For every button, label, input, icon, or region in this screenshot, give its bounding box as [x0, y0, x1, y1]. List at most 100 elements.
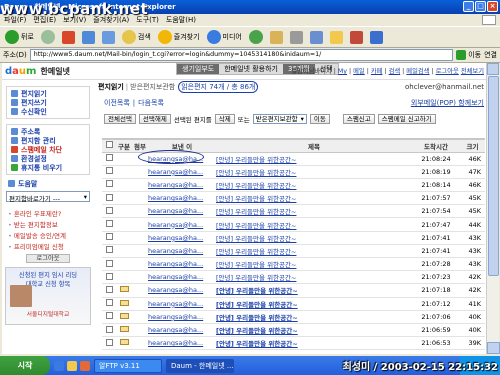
row-sender[interactable]: hearangsa@ha...	[148, 181, 203, 189]
row-checkbox[interactable]	[105, 338, 113, 346]
table-row[interactable]: hearangsa@ha... [안녕] 우리들만을 위한공간~ 21:07:57 4…	[102, 191, 485, 206]
sidebar-link[interactable]: 메일발송 승인/연계	[8, 230, 88, 240]
taskbar-item-ftp[interactable]: 알FTP v3.11	[94, 358, 162, 373]
select-all-checkbox[interactable]	[105, 141, 113, 149]
link-mail[interactable]: 메일	[353, 68, 365, 75]
row-subject[interactable]: [안녕] 우리들만을 위한공간~	[216, 340, 298, 348]
row-subject[interactable]: [안녕] 우리들만을 위한공간~	[216, 222, 296, 230]
row-subject[interactable]: [안녕] 우리들만을 위한공간~	[216, 195, 296, 203]
row-checkbox[interactable]	[105, 299, 113, 307]
row-subject[interactable]: [안녕] 우리들만을 위한공간~	[216, 156, 296, 164]
go-button[interactable]: 이동	[456, 50, 481, 60]
daum-logo[interactable]: daum	[5, 66, 36, 77]
minimize-button[interactable]: _	[463, 1, 474, 12]
sidebar-help[interactable]: 도움말	[8, 179, 88, 188]
mail-button[interactable]	[268, 28, 285, 46]
row-subject[interactable]: [안녕] 우리들만을 위한공간~	[216, 235, 296, 243]
link-search[interactable]: 검색	[389, 68, 401, 75]
row-subject[interactable]: [안녕] 우리들만을 위한공간~	[216, 314, 298, 322]
discuss-button[interactable]	[348, 28, 365, 46]
menu-help[interactable]: 도움말(H)	[166, 15, 196, 25]
media-button[interactable]: 미디어	[205, 28, 244, 46]
row-subject[interactable]: [안녕] 우리들만을 위한공간~	[216, 301, 298, 309]
table-row[interactable]: hearangsa@ha... [안녕] 우리들만을 위한공간~ 21:07:23 4…	[102, 270, 485, 285]
row-subject[interactable]: [안녕] 우리들만을 위한공간~	[216, 274, 296, 282]
media-player-icon[interactable]	[80, 360, 90, 371]
sidebar-item-receipt[interactable]: 수신확인	[11, 107, 85, 116]
header-tab-2[interactable]: 한메일넷 활용하기	[219, 64, 283, 74]
col-size[interactable]: 크기	[460, 138, 485, 153]
select-all-button[interactable]: 전체선택	[104, 114, 136, 124]
row-sender[interactable]: hearangsa@ha...	[148, 207, 203, 215]
col-type[interactable]: 구분	[116, 138, 132, 153]
link-view-all[interactable]: 전체보기	[461, 68, 484, 75]
scroll-up-arrow[interactable]	[487, 63, 499, 75]
ie-icon[interactable]	[54, 360, 64, 371]
col-subject[interactable]: 제목	[216, 138, 412, 153]
row-sender[interactable]: hearangsa@ha...	[148, 300, 203, 308]
row-checkbox[interactable]	[105, 180, 113, 188]
prev-list-link[interactable]: 이전목록	[104, 98, 130, 108]
row-checkbox[interactable]	[105, 154, 113, 162]
desktop-icon[interactable]	[67, 360, 77, 371]
link-logout[interactable]: 로그아웃	[436, 68, 459, 75]
table-row[interactable]: hearangsa@ha... [안녕] 우리들만을 위한공간~ 21:07:47 4…	[102, 217, 485, 232]
sidebar-item-empty-trash[interactable]: 휴지통 비우기	[11, 163, 85, 172]
sidebar-ad-banner[interactable]: 신청된 편지 임시 리딩 대학교 신청 항목 서울디지털대학교	[5, 267, 91, 325]
table-row[interactable]: hearangsa@ha... [안녕] 우리들만을 위한공간~ 21:08:19 4…	[102, 165, 485, 179]
sidebar-link[interactable]: 혼라인 우표제란?	[8, 208, 88, 218]
pop-mail-link[interactable]: 외부메일(POP) 함께보기	[411, 98, 484, 108]
history-button[interactable]	[247, 28, 265, 46]
row-checkbox[interactable]	[105, 220, 113, 228]
row-subject[interactable]: [안녕] 우리들만을 위한공간~	[216, 208, 296, 216]
table-row[interactable]: hearangsa@ha... [안녕] 우리들만을 위한공간~ 21:07:18 4…	[102, 283, 485, 298]
print-button[interactable]	[288, 28, 305, 46]
research-button[interactable]	[368, 28, 385, 46]
row-checkbox[interactable]	[105, 167, 113, 175]
back-button[interactable]: 뒤로	[3, 28, 36, 46]
row-subject[interactable]: [안녕] 우리들만을 위한공간~	[216, 287, 298, 295]
stop-button[interactable]	[60, 28, 77, 46]
row-subject[interactable]: [안녕] 우리들만을 위한공간~	[216, 169, 296, 177]
row-subject[interactable]: [안녕] 우리들만을 위한공간~	[216, 182, 296, 190]
table-row[interactable]: hearangsa@ha... [안녕] 우리들만을 위한공간~ 21:06:59 4…	[102, 323, 485, 338]
row-checkbox[interactable]	[105, 272, 113, 280]
sidebar-logout-button[interactable]: 로그아웃	[26, 254, 70, 263]
row-sender[interactable]: hearangsa@ha...	[148, 221, 203, 229]
row-sender[interactable]: hearangsa@ha...	[148, 286, 203, 294]
start-button[interactable]: 시작	[0, 356, 50, 375]
search-button[interactable]: 검색	[120, 28, 153, 46]
scroll-down-arrow[interactable]	[487, 342, 500, 354]
table-row[interactable]: hearangsa@ha... [안녕] 우리들만을 위한공간~ 21:07:54 4…	[102, 204, 485, 219]
vertical-scrollbar[interactable]	[486, 63, 500, 354]
row-sender[interactable]: hearangsa@ha...	[148, 247, 203, 255]
next-list-link[interactable]: 다음목록	[138, 98, 164, 108]
row-subject[interactable]: [안녕] 우리들만을 위한공간~	[216, 248, 296, 256]
row-checkbox[interactable]	[105, 206, 113, 214]
row-sender[interactable]: hearangsa@ha...	[148, 194, 203, 202]
row-checkbox[interactable]	[105, 193, 113, 201]
table-row[interactable]: hearangsa@ha... [안녕] 우리들만을 위한공간~ 21:08:14 4…	[102, 178, 485, 193]
row-subject[interactable]: [안녕] 우리들만을 위한공간~	[216, 327, 298, 335]
home-button[interactable]	[100, 28, 117, 46]
link-my[interactable]: My	[338, 68, 347, 75]
row-sender[interactable]: hearangsa@ha...	[148, 273, 203, 281]
folder-jump-select[interactable]: 편지함바로가기 --- ▾	[6, 191, 90, 203]
table-row[interactable]: hearangsa@ha... [안녕] 우리들만을 위한공간~ 21:07:28 4…	[102, 257, 485, 272]
header-tab-1[interactable]: 생기일부도	[177, 64, 220, 74]
row-checkbox[interactable]	[105, 246, 113, 254]
spam-block-button[interactable]: 스팸메일 신고하기	[377, 114, 436, 124]
link-cafe[interactable]: 카페	[371, 68, 383, 75]
row-checkbox[interactable]	[105, 325, 113, 333]
title-bar[interactable]: Daum - 한메일넷 - Microsoft Internet Explore…	[0, 0, 500, 18]
row-sender[interactable]: hearangsa@ha...	[148, 234, 203, 242]
links-toolbar[interactable]: 연결	[484, 50, 497, 60]
sidebar-link[interactable]: 프리미엄메일 신청	[8, 241, 88, 251]
table-row[interactable]: hearangsa@ha... [안녕] 우리들만을 위한공간~ 21:07:41 4…	[102, 231, 485, 245]
close-button[interactable]: ×	[487, 1, 498, 12]
row-sender[interactable]: hearangsa@ha...	[148, 313, 203, 321]
favorites-button[interactable]: 즐겨찾기	[156, 28, 202, 46]
row-sender[interactable]: hearangsa@ha...	[148, 260, 203, 268]
spam-report-button[interactable]: 스팸신고	[342, 114, 375, 124]
table-row[interactable]: hearangsa@ha... [안녕] 우리들만을 위한공간~ 21:06:53 3…	[102, 336, 485, 351]
